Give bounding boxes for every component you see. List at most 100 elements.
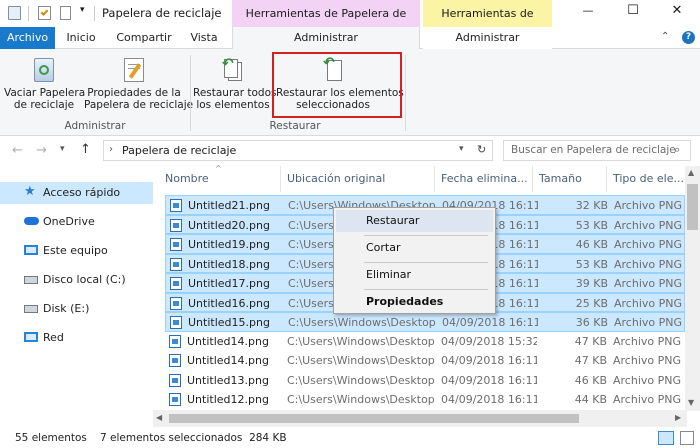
tab-administrar-image[interactable]: Administrar — [423, 27, 552, 49]
refresh-icon[interactable]: ↻ — [477, 143, 486, 156]
nav-item-quick-access[interactable]: ★ Acceso rápido — [0, 182, 153, 204]
navigation-pane: ★ Acceso rápido OneDrive Este equipo Dis… — [0, 166, 153, 428]
column-header-location[interactable]: Ubicación original — [281, 166, 435, 192]
column-header-date[interactable]: Fecha elimina... — [435, 166, 533, 192]
properties-quick-icon[interactable] — [38, 6, 51, 20]
nav-item-label: Red — [43, 331, 64, 344]
separator — [28, 6, 29, 21]
cell-loc: C:\Users\Windows\Desktop — [287, 354, 435, 367]
cell-type: Archivo PNG — [614, 257, 683, 271]
cell-size: 53 KB — [575, 218, 608, 232]
scroll-right-icon[interactable]: ▶ — [675, 413, 681, 422]
tab-compartir[interactable]: Compartir — [110, 27, 178, 49]
forward-arrow-icon[interactable]: → — [36, 143, 47, 158]
image-file-icon — [170, 277, 182, 290]
cell-size: 39 KB — [575, 277, 608, 290]
network-icon — [24, 332, 38, 342]
scroll-down-icon[interactable]: ▼ — [688, 398, 694, 407]
menu-item-properties[interactable]: Propiedades — [336, 291, 493, 313]
column-header-name[interactable]: Nombre — [159, 166, 281, 192]
tab-inicio[interactable]: Inicio — [58, 27, 104, 49]
tab-vista[interactable]: Vista — [184, 27, 224, 49]
table-row[interactable]: Untitled15.png C:\Users\Windows\Desktop 04… — [165, 312, 685, 332]
nav-item-disk-e[interactable]: Disk (E:) — [0, 298, 153, 320]
cell-type: Archivo PNG — [614, 277, 683, 290]
nav-item-local-disk[interactable]: Disco local (C:) — [0, 269, 153, 291]
image-file-icon — [169, 334, 181, 348]
search-box[interactable]: Buscar en Papelera de reciclaje ⌕ — [503, 140, 691, 161]
props-label-2: Papelera de reciclaje — [84, 99, 194, 111]
image-file-icon — [170, 199, 182, 212]
column-header-size[interactable]: Tamaño — [533, 166, 607, 192]
cell-type: Archivo PNG — [614, 316, 683, 329]
item-count: 55 elementos — [15, 432, 87, 444]
separator — [94, 6, 95, 21]
tab-administrar-recycle[interactable]: Administrar — [232, 27, 420, 50]
menu-item-delete[interactable]: Eliminar — [336, 264, 493, 286]
recent-dropdown-icon[interactable]: ▾ — [60, 144, 65, 154]
maximize-button[interactable]: ☐ — [618, 3, 648, 18]
chevron-up-icon[interactable]: ⌃ — [661, 31, 669, 42]
quick-access-dropdown-icon[interactable]: ▾ — [80, 5, 85, 15]
search-icon[interactable]: ⌕ — [674, 143, 680, 157]
image-file-icon — [170, 316, 182, 329]
recycle-bin-properties-button[interactable]: Propiedades de la Papelera de reciclaje — [84, 54, 194, 116]
recycle-tools-context-header: Herramientas de Papelera de reciclaje — [232, 0, 420, 48]
back-arrow-icon[interactable]: ← — [12, 143, 23, 158]
horizontal-scrollbar[interactable]: ◀ ▶ — [153, 410, 687, 427]
drive-icon — [24, 305, 38, 313]
empty-recycle-bin-button[interactable]: Vaciar Papelera de reciclaje — [4, 54, 85, 116]
cell-name: Untitled15.png — [188, 316, 270, 329]
menu-item-restore[interactable]: Restaurar — [336, 210, 493, 232]
image-file-icon — [170, 238, 182, 251]
cell-name: Untitled12.png — [187, 393, 269, 406]
nav-item-this-pc[interactable]: Este equipo — [0, 240, 153, 262]
nav-item-onedrive[interactable]: OneDrive — [0, 211, 153, 233]
restore-all-button[interactable]: ↶ Restaurar todos los elementos — [193, 54, 276, 116]
vertical-scrollbar[interactable]: ▲ ▼ — [685, 166, 700, 411]
close-button[interactable]: ✕ — [662, 3, 692, 18]
address-dropdown-icon[interactable]: ▾ — [459, 144, 464, 154]
minimize-button[interactable]: — — [573, 4, 603, 17]
column-header-type[interactable]: Tipo de ele... — [607, 166, 687, 192]
address-box[interactable]: › Papelera de reciclaje ▾ ↻ — [103, 140, 493, 161]
large-icons-view-icon[interactable] — [680, 431, 694, 445]
cell-size: 46 KB — [575, 238, 608, 251]
table-row[interactable]: Untitled14.png C:\Users\Windows\Desktop 04… — [165, 351, 685, 371]
image-file-icon — [170, 218, 182, 232]
cell-name: Untitled21.png — [188, 199, 270, 212]
group-label-restaurar: Restaurar — [269, 120, 321, 132]
new-folder-quick-icon[interactable] — [60, 6, 71, 20]
drive-icon — [24, 276, 38, 284]
tab-archivo[interactable]: Archivo — [0, 27, 55, 49]
nav-item-label: Disk (E:) — [43, 302, 90, 315]
help-icon[interactable]: ? — [682, 31, 695, 44]
chevron-right-icon: › — [109, 144, 113, 155]
image-file-icon — [170, 257, 182, 271]
address-row: ← → ▾ ↑ › Papelera de reciclaje ▾ ↻ Busc… — [0, 136, 700, 166]
nav-item-label: Este equipo — [43, 244, 108, 257]
table-row[interactable]: Untitled12.png C:\Users\Windows\Desktop 04… — [165, 390, 685, 410]
cell-name: Untitled17.png — [188, 277, 270, 290]
scroll-up-icon[interactable]: ▲ — [688, 168, 694, 177]
cell-type: Archivo PNG — [614, 238, 683, 251]
details-view-icon[interactable] — [658, 431, 674, 445]
cell-name: Untitled19.png — [188, 238, 270, 251]
up-arrow-icon[interactable]: ↑ — [80, 142, 91, 157]
context-menu: Restaurar Cortar Eliminar Propiedades — [333, 207, 496, 314]
nav-item-network[interactable]: Red — [0, 327, 153, 349]
cell-loc: C:\Users\Windows\Desktop — [287, 334, 435, 348]
scroll-thumb[interactable] — [687, 184, 698, 230]
recycle-bin-app-icon[interactable] — [8, 6, 21, 20]
scroll-thumb[interactable] — [169, 414, 579, 423]
cell-loc: C:\Users\Windows\Desktop — [287, 373, 435, 387]
menu-separator — [364, 235, 488, 236]
scroll-left-icon[interactable]: ◀ — [156, 413, 162, 422]
status-bar: 55 elementos 7 elementos seleccionados 2… — [0, 428, 700, 448]
group-label-administrar: Administrar — [64, 120, 126, 132]
cell-date: 04/09/2018 15:32 — [441, 334, 537, 348]
table-row[interactable]: Untitled13.png C:\Users\Windows\Desktop 04… — [165, 371, 685, 391]
menu-item-cut[interactable]: Cortar — [336, 237, 493, 259]
table-row[interactable]: Untitled14.png C:\Users\Windows\Desktop 04… — [165, 332, 685, 352]
star-icon: ★ — [24, 184, 36, 199]
